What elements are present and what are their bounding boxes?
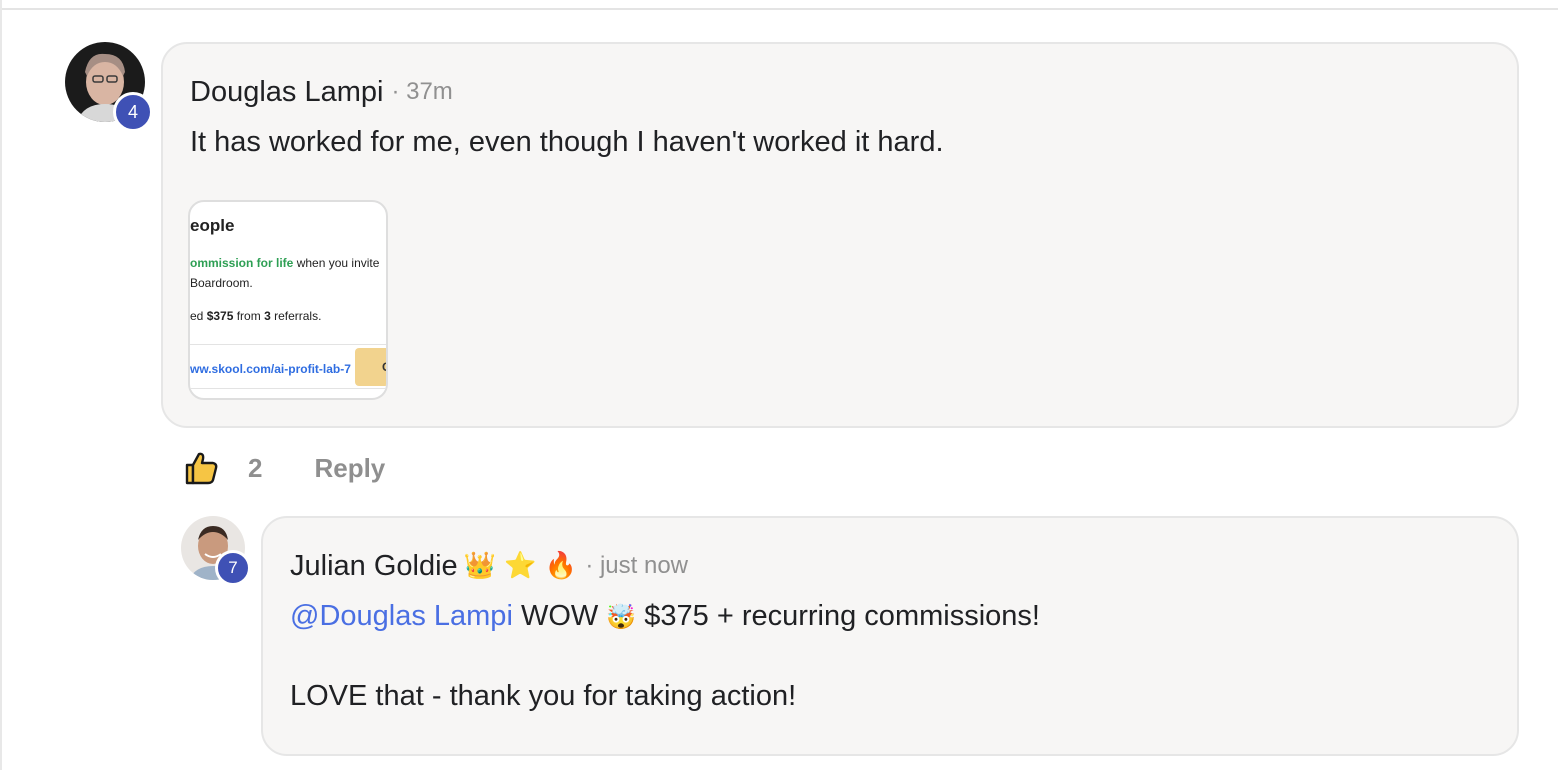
- attachment-link: ww.skool.com/ai-profit-lab-7: [190, 362, 351, 376]
- timestamp[interactable]: · 37m: [391, 78, 452, 106]
- comment-header: Douglas Lampi · 37m: [190, 72, 453, 112]
- level-badge: 7: [215, 550, 251, 586]
- attachment-text: from: [233, 309, 265, 323]
- reply-text-line1: @Douglas Lampi WOW 🤯 $375 + recurring co…: [290, 600, 1040, 633]
- exploding-head-emoji: 🤯: [606, 603, 637, 631]
- attachment-highlight: ommission for life: [190, 256, 294, 270]
- attachment-line: ed $375 from 3 referrals.: [190, 309, 321, 323]
- level-badge: 4: [113, 92, 153, 132]
- comment-thread: 4 Douglas Lampi · 37m It has worked for …: [0, 0, 1558, 770]
- attachment-title: eople: [190, 216, 235, 235]
- reply-header: Julian Goldie 👑 ⭐ 🔥 · just now: [290, 546, 688, 586]
- attachment-count: 3: [264, 309, 271, 323]
- comment-text: It has worked for me, even though I have…: [190, 126, 944, 158]
- attachment-copy-button: C: [355, 348, 386, 386]
- reply-text: WOW: [512, 600, 607, 632]
- attachment-line: ommission for life when you invite: [190, 256, 379, 270]
- avatar[interactable]: 4: [65, 42, 153, 132]
- divider: [0, 0, 2, 770]
- attachment-amount: $375: [206, 309, 234, 323]
- divider: [0, 8, 1558, 10]
- attachment-text: when you invite: [293, 256, 380, 270]
- divider: [190, 388, 386, 389]
- attachment-text: referrals.: [270, 309, 322, 323]
- author-name[interactable]: Julian Goldie: [290, 550, 458, 583]
- attachment-text: ed: [190, 309, 207, 323]
- mention-link[interactable]: @Douglas Lampi: [290, 600, 513, 632]
- timestamp[interactable]: · just now: [585, 552, 688, 580]
- attachment-thumbnail[interactable]: eople ommission for life when you invite…: [188, 200, 388, 400]
- reply-button[interactable]: Reply: [314, 453, 385, 484]
- divider: [190, 344, 386, 345]
- like-count: 2: [248, 452, 263, 483]
- author-badges: 👑 ⭐ 🔥: [463, 551, 578, 581]
- reply-text: $375 + recurring commissions!: [636, 600, 1040, 632]
- thumbs-up-icon[interactable]: [182, 449, 220, 487]
- avatar[interactable]: 7: [181, 516, 251, 586]
- reply-text-line2: LOVE that - thank you for taking action!: [290, 680, 797, 712]
- comment-actions: 2 Reply: [182, 448, 385, 488]
- attachment-line: Boardroom.: [190, 276, 253, 290]
- author-name[interactable]: Douglas Lampi: [190, 76, 383, 109]
